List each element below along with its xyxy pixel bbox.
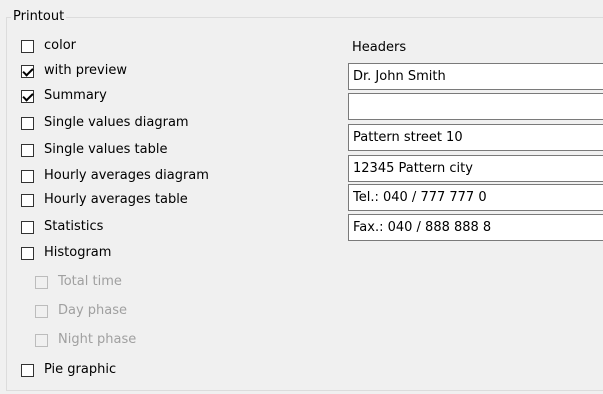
with-preview-label[interactable]: with preview: [44, 62, 127, 80]
pie-graphic-checkbox[interactable]: [21, 363, 34, 377]
pie-graphic-label[interactable]: Pie graphic: [44, 361, 116, 379]
histogram-checkbox[interactable]: [21, 246, 34, 260]
printout-group-title: Printout: [11, 8, 67, 26]
summary-label[interactable]: Summary: [44, 87, 107, 105]
option-single-values-diagram[interactable]: Single values diagram: [21, 114, 189, 132]
night-phase-label[interactable]: Night phase: [58, 331, 136, 349]
single-values-diagram-checkbox[interactable]: [21, 116, 34, 130]
option-single-values-table[interactable]: Single values table: [21, 141, 167, 159]
statistics-checkbox[interactable]: [21, 220, 34, 234]
total-time-label[interactable]: Total time: [58, 273, 122, 291]
header-line-5-field[interactable]: [348, 184, 603, 211]
option-total-time[interactable]: Total time: [35, 273, 122, 291]
color-label[interactable]: color: [44, 37, 76, 55]
option-hourly-averages-diagram[interactable]: Hourly averages diagram: [21, 167, 209, 185]
option-statistics[interactable]: Statistics: [21, 218, 103, 236]
hourly-averages-diagram-label[interactable]: Hourly averages diagram: [44, 167, 209, 185]
option-day-phase[interactable]: Day phase: [35, 302, 127, 320]
single-values-table-label[interactable]: Single values table: [44, 141, 167, 159]
single-values-diagram-label[interactable]: Single values diagram: [44, 114, 189, 132]
single-values-table-checkbox[interactable]: [21, 143, 34, 157]
total-time-checkbox[interactable]: [35, 275, 48, 289]
header-line-2-field[interactable]: [348, 93, 603, 120]
color-checkbox[interactable]: [21, 39, 34, 53]
hourly-averages-table-label[interactable]: Hourly averages table: [44, 191, 188, 209]
histogram-label[interactable]: Histogram: [44, 244, 111, 262]
headers-label: Headers: [352, 40, 407, 55]
header-line-6-field[interactable]: [348, 214, 603, 241]
option-color[interactable]: color: [21, 37, 76, 55]
header-line-3-field[interactable]: [348, 124, 603, 151]
option-summary[interactable]: Summary: [21, 87, 107, 105]
statistics-label[interactable]: Statistics: [44, 218, 103, 236]
header-line-4-field[interactable]: [348, 155, 603, 182]
printout-panel: Printout color with preview Summary Sing…: [0, 0, 603, 394]
hourly-averages-table-checkbox[interactable]: [21, 193, 34, 207]
option-histogram[interactable]: Histogram: [21, 244, 111, 262]
option-hourly-averages-table[interactable]: Hourly averages table: [21, 191, 188, 209]
day-phase-checkbox[interactable]: [35, 304, 48, 318]
night-phase-checkbox[interactable]: [35, 333, 48, 347]
header-line-1-field[interactable]: [348, 63, 603, 90]
option-night-phase[interactable]: Night phase: [35, 331, 136, 349]
option-pie-graphic[interactable]: Pie graphic: [21, 361, 116, 379]
day-phase-label[interactable]: Day phase: [58, 302, 127, 320]
with-preview-checkbox[interactable]: [21, 64, 34, 78]
option-with-preview[interactable]: with preview: [21, 62, 127, 80]
hourly-averages-diagram-checkbox[interactable]: [21, 169, 34, 183]
summary-checkbox[interactable]: [21, 89, 34, 103]
